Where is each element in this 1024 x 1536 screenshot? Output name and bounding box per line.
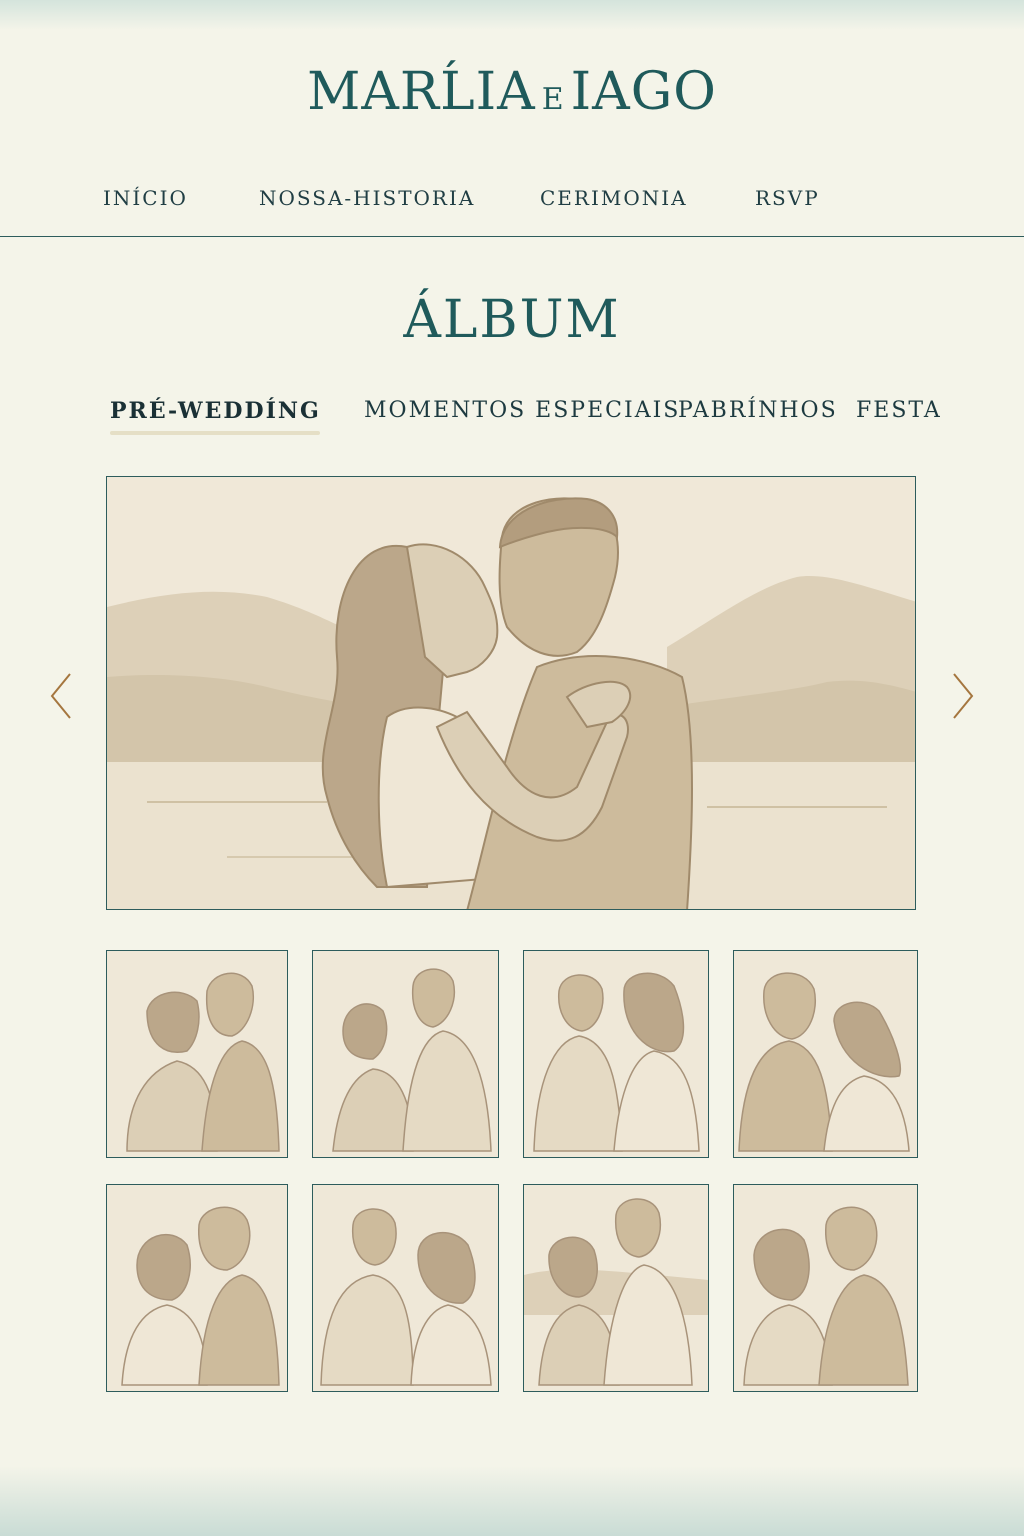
carousel-prev-button[interactable]: [46, 670, 78, 722]
tab-padrinhos[interactable]: PABRÍNHOS: [678, 398, 838, 423]
nav-divider: [0, 236, 1024, 237]
nav-item-cerimonia[interactable]: CERIMONIA: [540, 186, 688, 210]
couple-kissing-thumbnail: [107, 951, 287, 1157]
site-title-right: IAGO: [570, 62, 717, 122]
site-title-joiner: E: [541, 82, 565, 117]
couple-by-lake-thumbnail: [524, 1185, 708, 1391]
nav-item-nossa-historia[interactable]: NOSSA-HISTORIA: [259, 186, 475, 210]
hero-photo[interactable]: [106, 476, 916, 910]
couple-side-by-side-thumbnail: [524, 951, 708, 1157]
tab-pre-wedding[interactable]: PRÉ-WEDDÍNG: [110, 398, 321, 424]
bottom-wash: [0, 1466, 1024, 1536]
couple-kissing-illustration: [107, 477, 915, 909]
site-title-left: MARĹIA: [307, 62, 536, 122]
thumbnail-5[interactable]: [106, 1184, 288, 1392]
active-tab-indicator: [110, 431, 320, 435]
thumbnail-6[interactable]: [312, 1184, 499, 1392]
couple-standing-thumbnail: [313, 1185, 498, 1391]
nav-item-inicio[interactable]: INÍCIO: [103, 186, 188, 210]
couple-embracing-thumbnail: [313, 951, 498, 1157]
thumbnail-8[interactable]: [733, 1184, 918, 1392]
nav-item-rsvp[interactable]: RSVP: [755, 186, 820, 210]
thumbnail-7[interactable]: [523, 1184, 709, 1392]
tab-festa[interactable]: FESTA: [856, 398, 942, 423]
tab-momentos-especiais[interactable]: MOMENTOS ESPECIAIS: [364, 398, 680, 423]
couple-close-thumbnail: [107, 1185, 287, 1391]
album-title: ÁLBUM: [403, 290, 621, 350]
thumbnail-2[interactable]: [312, 950, 499, 1158]
thumbnail-3[interactable]: [523, 950, 709, 1158]
top-wash: [0, 0, 1024, 30]
chevron-left-icon: [50, 673, 71, 719]
couple-facing-thumbnail: [734, 951, 917, 1157]
thumbnail-1[interactable]: [106, 950, 288, 1158]
site-title: MARĹIA E IAGO: [0, 62, 1024, 122]
chevron-right-icon: [953, 673, 974, 719]
couple-hug-thumbnail: [734, 1185, 917, 1391]
thumbnail-4[interactable]: [733, 950, 918, 1158]
carousel-next-button[interactable]: [946, 670, 978, 722]
main-nav: INÍCIO NOSSA-HISTORIA CERIMONIA RSVP: [0, 186, 1024, 212]
